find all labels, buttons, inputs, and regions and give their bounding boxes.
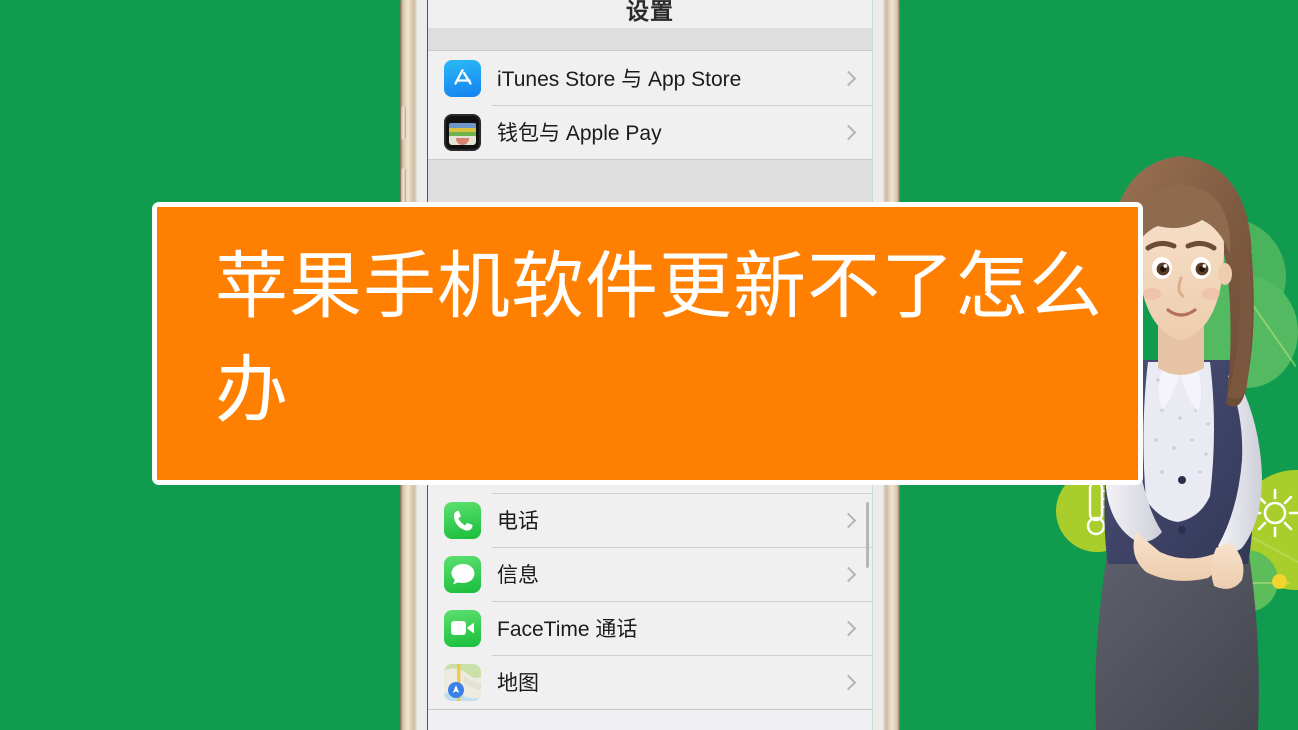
screenshot-root: 设置 iTunes Store 与 App Store 钱包与 Apple Pa… — [0, 0, 1298, 730]
chevron-right-icon — [840, 620, 857, 636]
settings-row-phone[interactable]: 电话 — [428, 493, 872, 547]
settings-row-maps[interactable]: 地图 — [428, 655, 872, 709]
avatar-blouse — [1143, 362, 1214, 522]
avatar-vest-button — [1178, 526, 1186, 534]
chevron-right-icon — [840, 566, 857, 582]
chevron-right-icon — [840, 674, 857, 690]
avatar-cheek-right — [1202, 288, 1220, 300]
avatar-ear-right — [1218, 263, 1232, 285]
settings-row-label: 地图 — [497, 672, 539, 695]
settings-row-label: FaceTime 通话 — [497, 618, 638, 641]
settings-row-label: 钱包与 Apple Pay — [497, 122, 662, 145]
wallet-icon — [444, 113, 481, 151]
settings-nav-bar: 设置 — [428, 0, 872, 28]
settings-row-app-store[interactable]: iTunes Store 与 App Store — [428, 51, 872, 105]
chevron-right-icon — [840, 512, 857, 528]
settings-row-messages[interactable]: 信息 — [428, 547, 872, 601]
settings-row-label: 电话 — [497, 510, 539, 533]
phone-icon — [444, 501, 481, 539]
page-title: 设置 — [626, 0, 674, 24]
title-text: 苹果手机软件更新不了怎么办 — [215, 244, 1103, 433]
store-group: iTunes Store 与 App Store 钱包与 Apple Pay — [428, 50, 872, 160]
app-store-icon — [444, 59, 481, 97]
group-separator — [428, 28, 872, 50]
title-banner-inner: 苹果手机软件更新不了怎么办 — [157, 207, 1138, 480]
chevron-right-icon — [840, 70, 857, 86]
settings-row-label: 信息 — [497, 564, 539, 587]
title-banner: 苹果手机软件更新不了怎么办 — [152, 202, 1143, 485]
scrollbar[interactable] — [866, 502, 869, 568]
maps-icon — [444, 663, 481, 701]
messages-icon — [444, 555, 481, 593]
settings-row-facetime[interactable]: FaceTime 通话 — [428, 601, 872, 655]
avatar-cheek-left — [1143, 288, 1161, 300]
facetime-icon — [444, 609, 481, 647]
settings-row-wallet[interactable]: 钱包与 Apple Pay — [428, 105, 872, 159]
avatar-vest-button — [1178, 476, 1186, 484]
mute-switch[interactable] — [401, 106, 406, 140]
chevron-right-icon — [840, 124, 857, 140]
settings-row-label: iTunes Store 与 App Store — [497, 68, 742, 91]
